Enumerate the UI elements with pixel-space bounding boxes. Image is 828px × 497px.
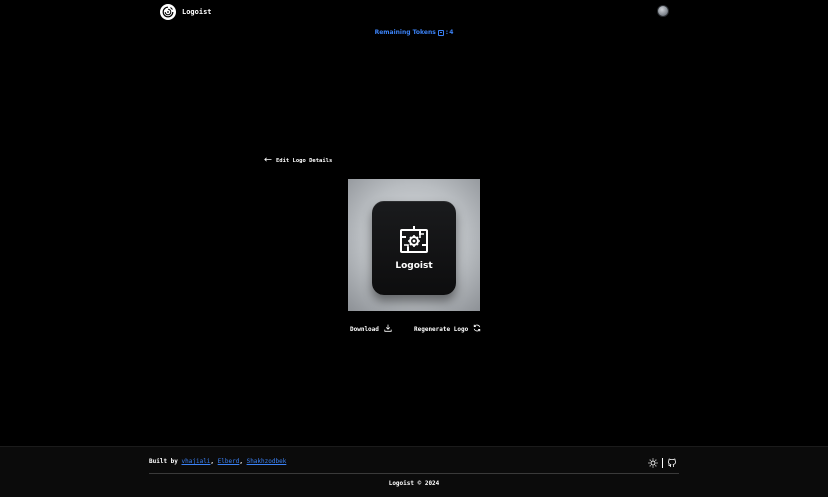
gear-circuit-icon [400,226,428,253]
copyright-text: Logoist © 2024 [388,480,440,487]
built-by-text: Built by vhajiali, Elberd, Shakhzodbek [149,458,286,465]
footer-rule [149,473,679,474]
edit-logo-details-link[interactable]: Edit Logo Details [264,157,332,164]
remaining-tokens: Remaining Tokens : 4 [0,29,828,36]
regenerate-label: Regenerate Logo [414,325,469,333]
brand-link[interactable]: Logoist [160,4,212,20]
github-icon[interactable] [667,453,677,472]
download-icon [384,324,392,334]
brand-name: Logoist [182,8,212,16]
footer-icons [648,457,677,468]
tokens-label: Remaining Tokens [374,29,436,36]
download-button[interactable]: Download [350,324,392,334]
page: Logoist Remaining Tokens : 4 Edit Logo D… [0,0,828,497]
footer-divider [662,457,663,468]
user-avatar[interactable] [657,5,669,17]
logo-tile: Logoist [372,201,456,295]
author-separator: , [210,458,218,465]
logo-actions: Download Regenerate Logo [0,324,828,336]
token-icon [437,29,444,36]
built-by-prefix: Built by [149,458,182,465]
download-label: Download [350,325,379,333]
edit-logo-details-label: Edit Logo Details [276,157,333,164]
logo-wordmark: Logoist [395,261,433,271]
header: Logoist [0,0,828,24]
brand-logo-icon [160,4,176,20]
refresh-icon [473,324,481,334]
author-link-shakhzodbek[interactable]: Shakhzodbek [247,458,287,465]
author-link-vhajiali[interactable]: vhajiali [182,458,211,465]
footer: Built by vhajiali, Elberd, Shakhzodbek L… [0,446,828,497]
arrow-left-icon [264,157,272,164]
tokens-count: 4 [449,29,454,36]
author-separator: , [239,458,247,465]
sun-icon[interactable] [648,453,658,472]
author-link-elberd[interactable]: Elberd [218,458,240,465]
tokens-separator: : [445,29,449,36]
regenerate-logo-button[interactable]: Regenerate Logo [414,324,481,334]
generated-logo-image: Logoist [348,179,480,311]
